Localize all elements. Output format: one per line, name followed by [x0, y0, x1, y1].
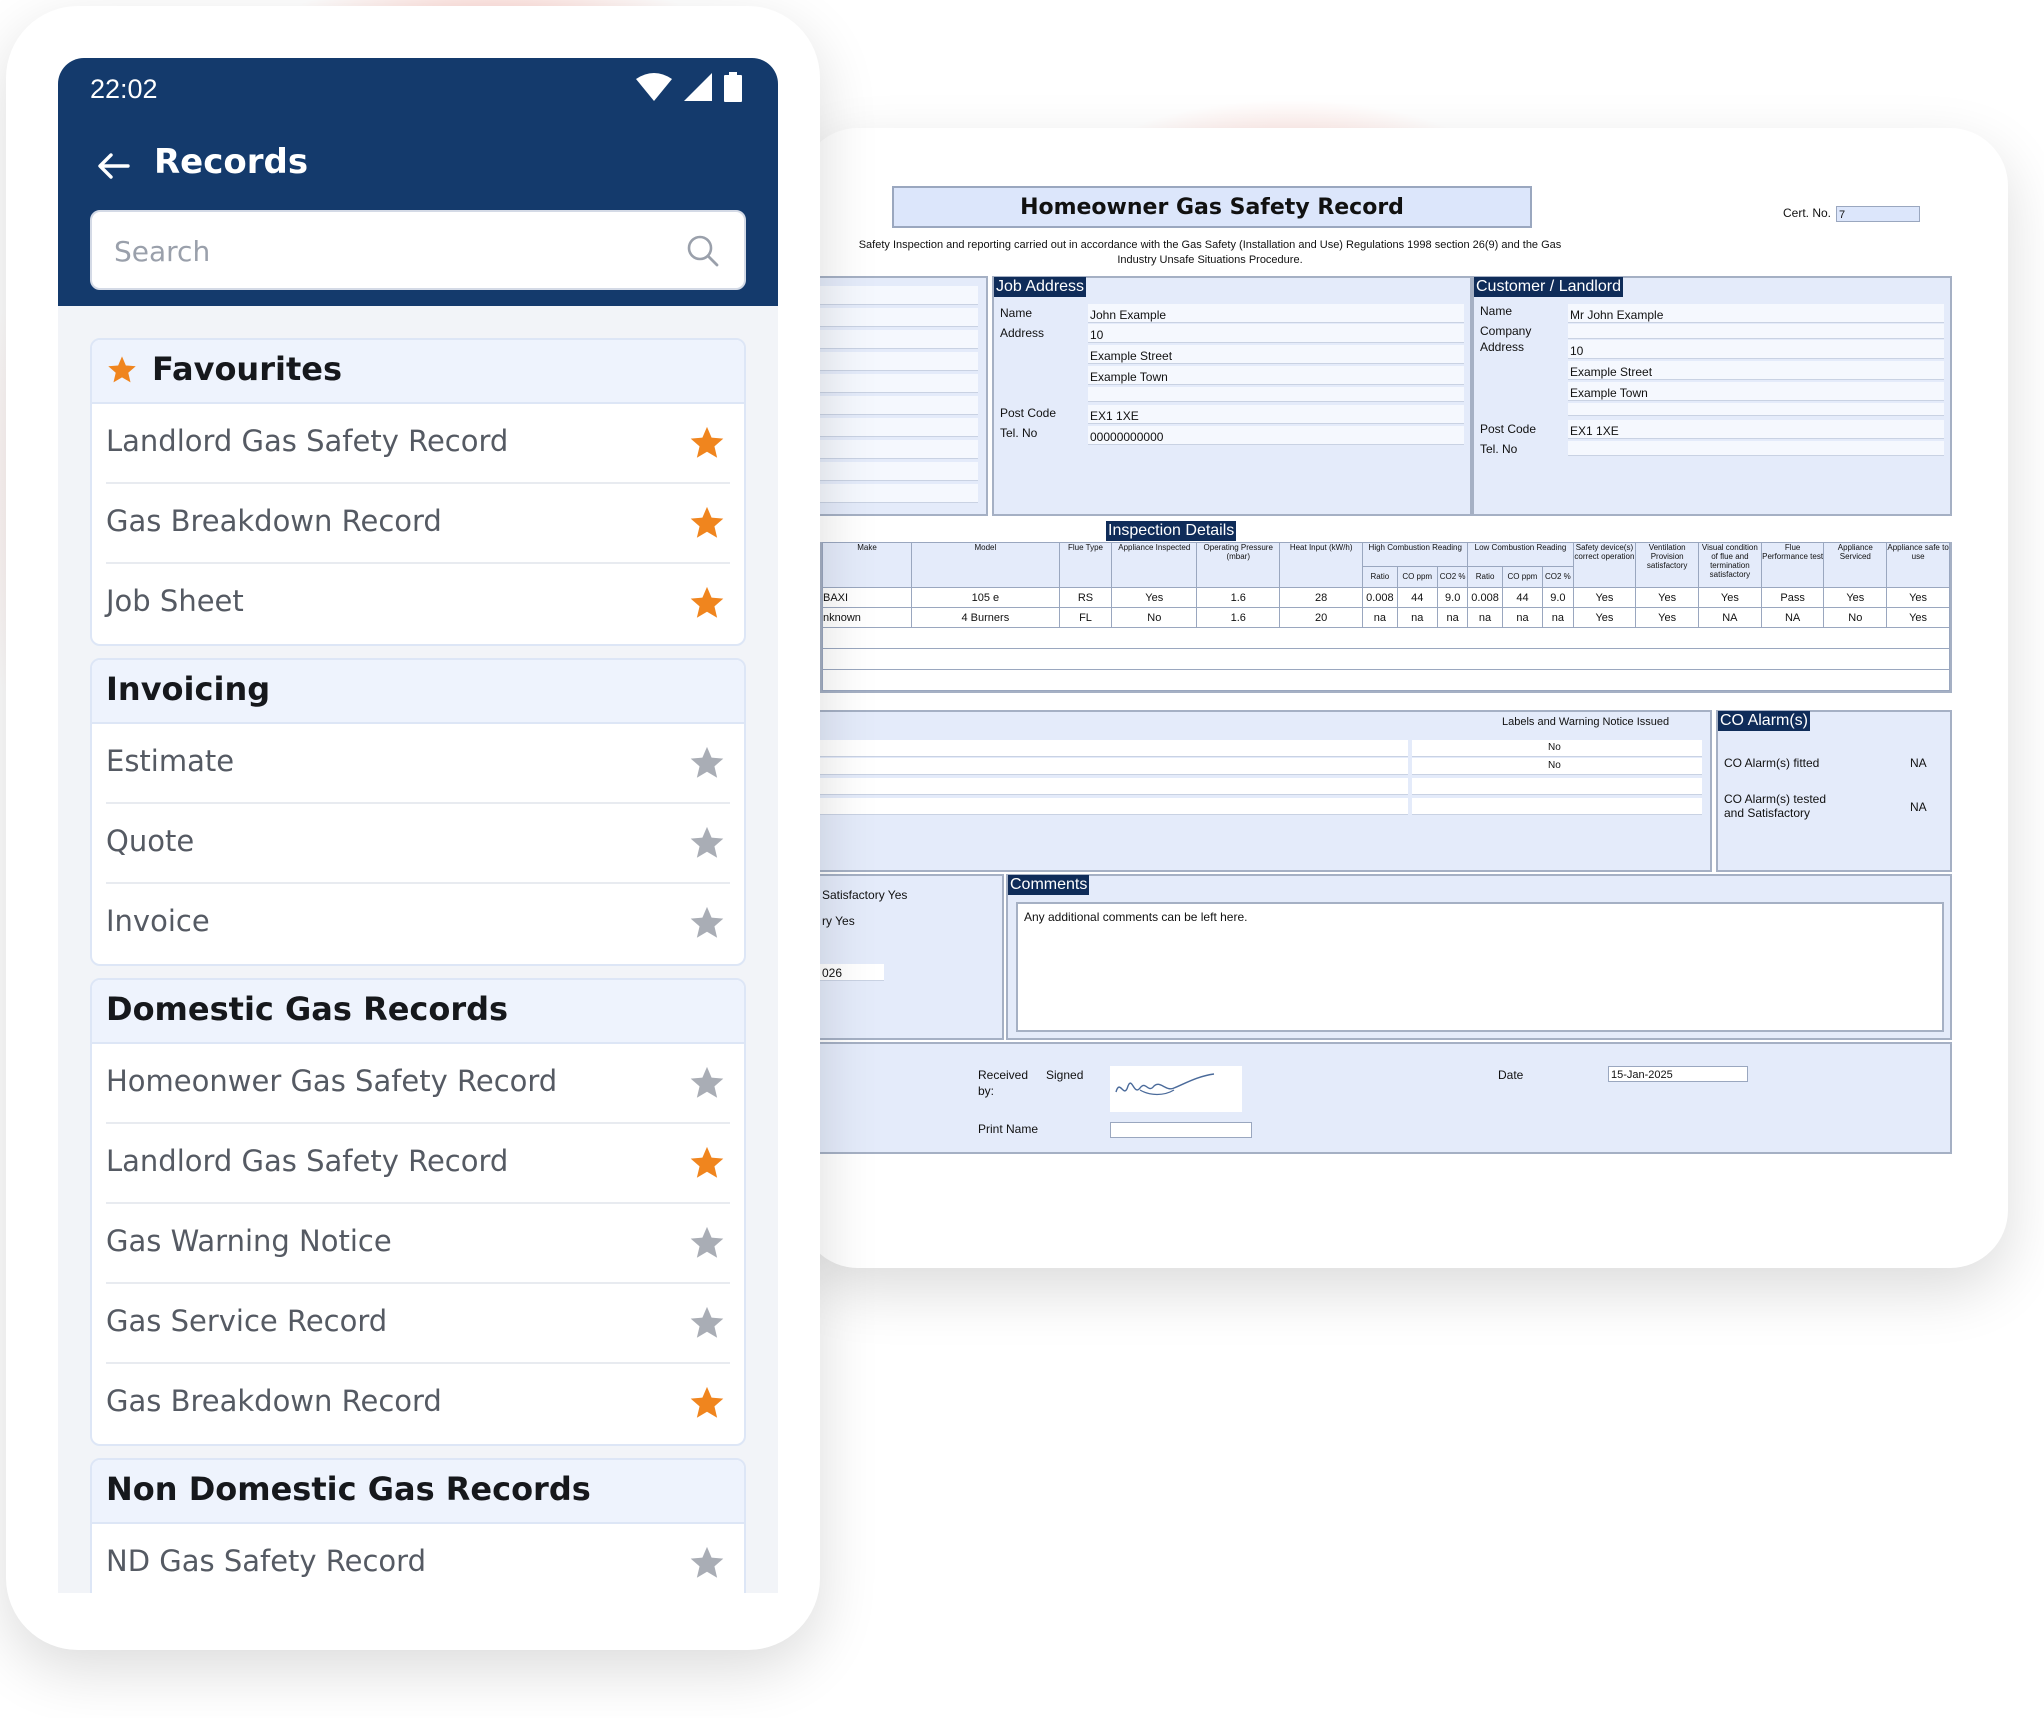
- comments-textarea[interactable]: Any additional comments can be left here…: [1016, 902, 1944, 1032]
- section-title: Favourites: [152, 350, 342, 388]
- search-input[interactable]: [112, 226, 656, 276]
- signal-icon: [684, 73, 712, 101]
- favourites-card: Favourites Landlord Gas Safety Record Ga…: [90, 338, 746, 646]
- cert-number-field[interactable]: 7: [1836, 206, 1920, 222]
- date-field[interactable]: 15-Jan-2025: [1608, 1066, 1748, 1082]
- status-icons: [636, 72, 742, 102]
- domestic-gas-records-card: Domestic Gas Records Homeonwer Gas Safet…: [90, 978, 746, 1446]
- non-domestic-gas-records-card: Non Domestic Gas Records ND Gas Safety R…: [90, 1458, 746, 1593]
- customer-header: Customer / Landlord: [1474, 277, 1623, 297]
- page-title: Records: [154, 142, 309, 182]
- section-header: Favourites: [92, 340, 744, 404]
- star-icon[interactable]: [688, 424, 726, 462]
- list-item[interactable]: Landlord Gas Safety Record: [92, 404, 744, 484]
- labels-section: Labels and Warning Notice Issued No No: [820, 710, 1712, 872]
- document-title: Homeowner Gas Safety Record: [892, 186, 1532, 228]
- search-bar[interactable]: [90, 210, 746, 290]
- list-item[interactable]: Gas Breakdown Record: [92, 484, 744, 564]
- search-icon[interactable]: [686, 234, 720, 268]
- star-icon[interactable]: [688, 1224, 726, 1262]
- wifi-icon: [636, 73, 672, 101]
- signature-scribble: [1115, 1073, 1215, 1096]
- list-item[interactable]: Quote: [92, 804, 744, 884]
- star-icon[interactable]: [688, 1384, 726, 1422]
- print-name-field[interactable]: [1110, 1122, 1252, 1138]
- customer-section: Customer / Landlord Name Mr John Example…: [1472, 276, 1952, 516]
- section-title: Non Domestic Gas Records: [106, 1470, 591, 1508]
- list-item[interactable]: Gas Breakdown Record: [92, 1364, 744, 1444]
- section-header: Domestic Gas Records: [92, 980, 744, 1044]
- section-title: Domestic Gas Records: [106, 990, 509, 1028]
- star-icon[interactable]: [688, 584, 726, 622]
- phone-screen: 22:02 Records Favourites: [58, 58, 778, 1593]
- list-item[interactable]: Gas Warning Notice: [92, 1204, 744, 1284]
- star-icon[interactable]: [688, 504, 726, 542]
- co-alarms-section: CO Alarm(s) CO Alarm(s) fitted NA CO Ala…: [1716, 710, 1952, 872]
- phone-frame: 22:02 Records Favourites: [6, 6, 820, 1650]
- table-row: nknown 4 Burners FL No 1.6 20 na na na n…: [821, 607, 1950, 628]
- star-icon[interactable]: [688, 744, 726, 782]
- star-icon[interactable]: [688, 824, 726, 862]
- signature-pad[interactable]: [1110, 1066, 1242, 1112]
- comments-section: Comments Any additional comments can be …: [1006, 874, 1952, 1040]
- engineer-section: [820, 276, 988, 516]
- invoicing-card: Invoicing Estimate Quote Invoice: [90, 658, 746, 966]
- star-icon[interactable]: [688, 1544, 726, 1582]
- gas-safety-document: Homeowner Gas Safety Record Cert. No. 7 …: [820, 176, 1952, 1158]
- star-icon[interactable]: [688, 1144, 726, 1182]
- star-icon[interactable]: [688, 1064, 726, 1102]
- arrow-left-icon[interactable]: [94, 146, 134, 186]
- list-item[interactable]: ND Gas Safety Record: [92, 1524, 744, 1593]
- comments-header: Comments: [1008, 875, 1090, 895]
- section-header: Non Domestic Gas Records: [92, 1460, 744, 1524]
- job-name-value[interactable]: John Example: [1090, 308, 1166, 322]
- inspection-table: Make Model Flue Type Appliance Inspected…: [820, 542, 1952, 693]
- summary-section: Satisfactory Yes ry Yes 026: [820, 874, 1004, 1040]
- cert-label: Cert. No.: [1783, 206, 1832, 220]
- list-item[interactable]: Estimate: [92, 724, 744, 804]
- job-address-section: Job Address Name John Example Address 10…: [992, 276, 1472, 516]
- list-item[interactable]: Homeonwer Gas Safety Record: [92, 1044, 744, 1124]
- app-bar: 22:02 Records: [58, 58, 778, 306]
- co-alarms-header: CO Alarm(s): [1718, 711, 1810, 731]
- job-address-header: Job Address: [994, 277, 1087, 297]
- list-item[interactable]: Invoice: [92, 884, 744, 964]
- list-item[interactable]: Gas Service Record: [92, 1284, 744, 1364]
- list-item[interactable]: Landlord Gas Safety Record: [92, 1124, 744, 1204]
- star-icon: [108, 356, 136, 383]
- section-header: Invoicing: [92, 660, 744, 724]
- signoff-section: Received by: Signed Print Name Date 15-J…: [820, 1042, 1952, 1154]
- star-icon[interactable]: [688, 904, 726, 942]
- star-icon[interactable]: [688, 1304, 726, 1342]
- status-time: 22:02: [90, 74, 158, 104]
- document-subtitle: Safety Inspection and reporting carried …: [858, 239, 1562, 266]
- list-item[interactable]: Job Sheet: [92, 564, 744, 644]
- battery-icon: [724, 72, 742, 102]
- inspection-header: Inspection Details: [1106, 521, 1237, 541]
- section-title: Invoicing: [106, 670, 271, 708]
- table-row: BAXI 105 e RS Yes 1.6 28 0.008 44 9.0 0.…: [821, 587, 1950, 608]
